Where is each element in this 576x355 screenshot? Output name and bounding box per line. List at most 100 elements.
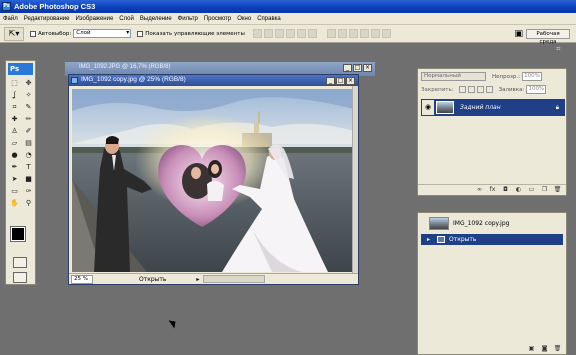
fill-field[interactable]: 100% — [526, 85, 547, 94]
menu-select[interactable]: Выделение — [137, 16, 175, 22]
dodge-tool-icon[interactable]: ◔ — [22, 150, 35, 160]
layer-style-icon[interactable]: fx — [488, 186, 497, 194]
distribute-right-icon[interactable] — [381, 29, 391, 38]
minimize-icon[interactable]: _ — [326, 77, 335, 85]
healing-brush-icon[interactable]: ✚ — [8, 114, 21, 124]
new-group-icon[interactable]: ▭ — [527, 186, 536, 194]
maximize-icon[interactable]: □ — [353, 64, 362, 72]
history-snapshot[interactable]: IMG_1092 copy.jpg — [421, 216, 563, 231]
autoselect-label: Автовыбор: — [38, 30, 72, 37]
workspace-button[interactable]: Рабочая среда — [526, 28, 570, 45]
lock-position-icon[interactable] — [476, 86, 484, 93]
layers-lock-row: Закрепить: Заливка: 100% — [421, 85, 563, 94]
app-title: Adobe Photoshop CS3 — [14, 2, 96, 11]
menu-filter[interactable]: Фильтр — [175, 16, 201, 22]
align-hcenter-icon[interactable] — [296, 29, 306, 38]
menu-image[interactable]: Изображение — [72, 16, 116, 22]
blend-mode-dropdown[interactable]: Нормальный — [421, 72, 486, 81]
mouse-cursor-icon — [168, 317, 179, 329]
history-panel: IMG_1092 copy.jpg ▸ Открыть ▣ ◙ 🗑︎ — [417, 212, 567, 355]
menu-file[interactable]: Файл — [0, 16, 21, 22]
move-tool-preset-icon[interactable]: ⇱▾ — [4, 26, 24, 41]
new-layer-icon[interactable]: ❐ — [540, 186, 549, 194]
adjustment-layer-icon[interactable]: ◐ — [514, 186, 523, 194]
app-title-bar: Ps Adobe Photoshop CS3 — [0, 0, 576, 13]
document-vertical-scrollbar[interactable] — [352, 86, 358, 275]
document-title: IMG_1092 copy.jpg @ 25% (RGB/8) — [81, 76, 186, 83]
align-vcenter-icon[interactable] — [263, 29, 273, 38]
show-controls-checkbox[interactable] — [137, 30, 144, 37]
new-document-from-state-icon[interactable]: ▣ — [527, 345, 536, 353]
lasso-tool-icon[interactable]: ʆ — [8, 90, 21, 100]
lock-pixels-icon[interactable] — [467, 86, 475, 93]
crop-tool-icon[interactable]: ⌗ — [8, 102, 21, 112]
maximize-icon[interactable]: □ — [336, 77, 345, 85]
eyedropper-tool-icon[interactable]: ✑ — [22, 186, 35, 196]
lock-all-icon[interactable] — [485, 86, 493, 93]
magic-wand-tool-icon[interactable]: ✧ — [22, 90, 35, 100]
close-icon[interactable]: × — [346, 77, 355, 85]
blur-tool-icon[interactable]: ● — [8, 150, 21, 160]
hand-tool-icon[interactable]: ✋ — [8, 198, 21, 208]
minimize-icon[interactable]: _ — [343, 64, 352, 72]
delete-layer-icon[interactable]: 🗑︎ — [553, 186, 562, 194]
distribute-vcenter-icon[interactable] — [337, 29, 347, 38]
quick-mask-icon[interactable] — [13, 257, 27, 268]
distribute-left-icon[interactable] — [359, 29, 369, 38]
history-step-open[interactable]: ▸ Открыть — [421, 234, 563, 245]
menu-view[interactable]: Просмотр — [201, 16, 234, 22]
delete-state-icon[interactable]: 🗑︎ — [553, 345, 562, 353]
wedding-photo — [72, 89, 354, 272]
document-canvas[interactable] — [72, 89, 354, 272]
path-select-icon[interactable]: ➤ — [8, 174, 21, 184]
back-window-buttons: _ □ × — [342, 64, 372, 72]
history-brush-icon[interactable]: ✐ — [22, 126, 35, 136]
gradient-tool-icon[interactable]: ▤ — [22, 138, 35, 148]
status-menu-arrow-icon[interactable]: ▸ — [196, 276, 199, 283]
distribute-hcenter-icon[interactable] — [370, 29, 380, 38]
shape-tool-icon[interactable]: ■ — [22, 174, 35, 184]
history-state-arrow-icon: ▸ — [427, 236, 431, 243]
menu-layer[interactable]: Слой — [116, 16, 137, 22]
options-bar: ⇱▾ Автовыбор: Слой Показать управляющие … — [0, 25, 576, 45]
link-layers-icon[interactable]: ∞ — [475, 186, 484, 194]
layers-footer: ∞ fx ◘ ◐ ▭ ❐ 🗑︎ — [418, 184, 566, 195]
opacity-field[interactable]: 100% — [522, 72, 542, 81]
menu-window[interactable]: Окно — [234, 16, 254, 22]
align-bottom-icon[interactable] — [274, 29, 284, 38]
autoselect-checkbox[interactable] — [30, 30, 36, 37]
zoom-level-field[interactable]: 25 % — [71, 274, 93, 284]
autoselect-dropdown[interactable]: Слой — [73, 29, 132, 38]
clone-stamp-icon[interactable]: ♙ — [8, 126, 21, 136]
brush-tool-icon[interactable]: ✏ — [22, 114, 35, 124]
zoom-tool-icon[interactable]: ⚲ — [22, 198, 35, 208]
screen-mode-icon[interactable] — [13, 272, 27, 283]
photoshop-app-icon: Ps — [2, 2, 11, 11]
layer-mask-icon[interactable]: ◘ — [501, 186, 510, 194]
layer-row-background[interactable]: ◉ Задний план 🔒︎ — [421, 99, 565, 116]
align-left-icon[interactable] — [285, 29, 295, 38]
distribute-top-icon[interactable] — [326, 29, 336, 38]
foreground-color-swatch[interactable] — [10, 226, 26, 242]
pen-tool-icon[interactable]: ✒ — [8, 162, 21, 172]
history-footer: ▣ ◙ 🗑︎ — [418, 343, 566, 354]
marquee-tool-icon[interactable]: ⬚ — [8, 78, 21, 88]
palette-dock-icon[interactable]: ⌗ — [556, 44, 570, 54]
menu-help[interactable]: Справка — [254, 16, 284, 22]
document-horizontal-scrollbar[interactable] — [203, 275, 266, 283]
new-snapshot-icon[interactable]: ◙ — [540, 345, 549, 353]
lock-transparency-icon[interactable] — [458, 86, 466, 93]
close-icon[interactable]: × — [363, 64, 372, 72]
layer-visibility-eye-icon[interactable]: ◉ — [422, 100, 434, 115]
notes-tool-icon[interactable]: ▭ — [8, 186, 21, 196]
align-top-icon[interactable] — [252, 29, 262, 38]
document-title-bar[interactable]: IMG_1092 copy.jpg @ 25% (RGB/8) _ □ × — [69, 75, 358, 86]
align-right-icon[interactable] — [307, 29, 317, 38]
distribute-buttons — [326, 29, 393, 38]
slice-tool-icon[interactable]: ✎ — [22, 102, 35, 112]
eraser-tool-icon[interactable]: ▱ — [8, 138, 21, 148]
menu-edit[interactable]: Редактирование — [21, 16, 73, 22]
distribute-bottom-icon[interactable] — [348, 29, 358, 38]
type-tool-icon[interactable]: T — [22, 162, 35, 172]
move-tool-icon[interactable]: ✥ — [22, 78, 35, 88]
